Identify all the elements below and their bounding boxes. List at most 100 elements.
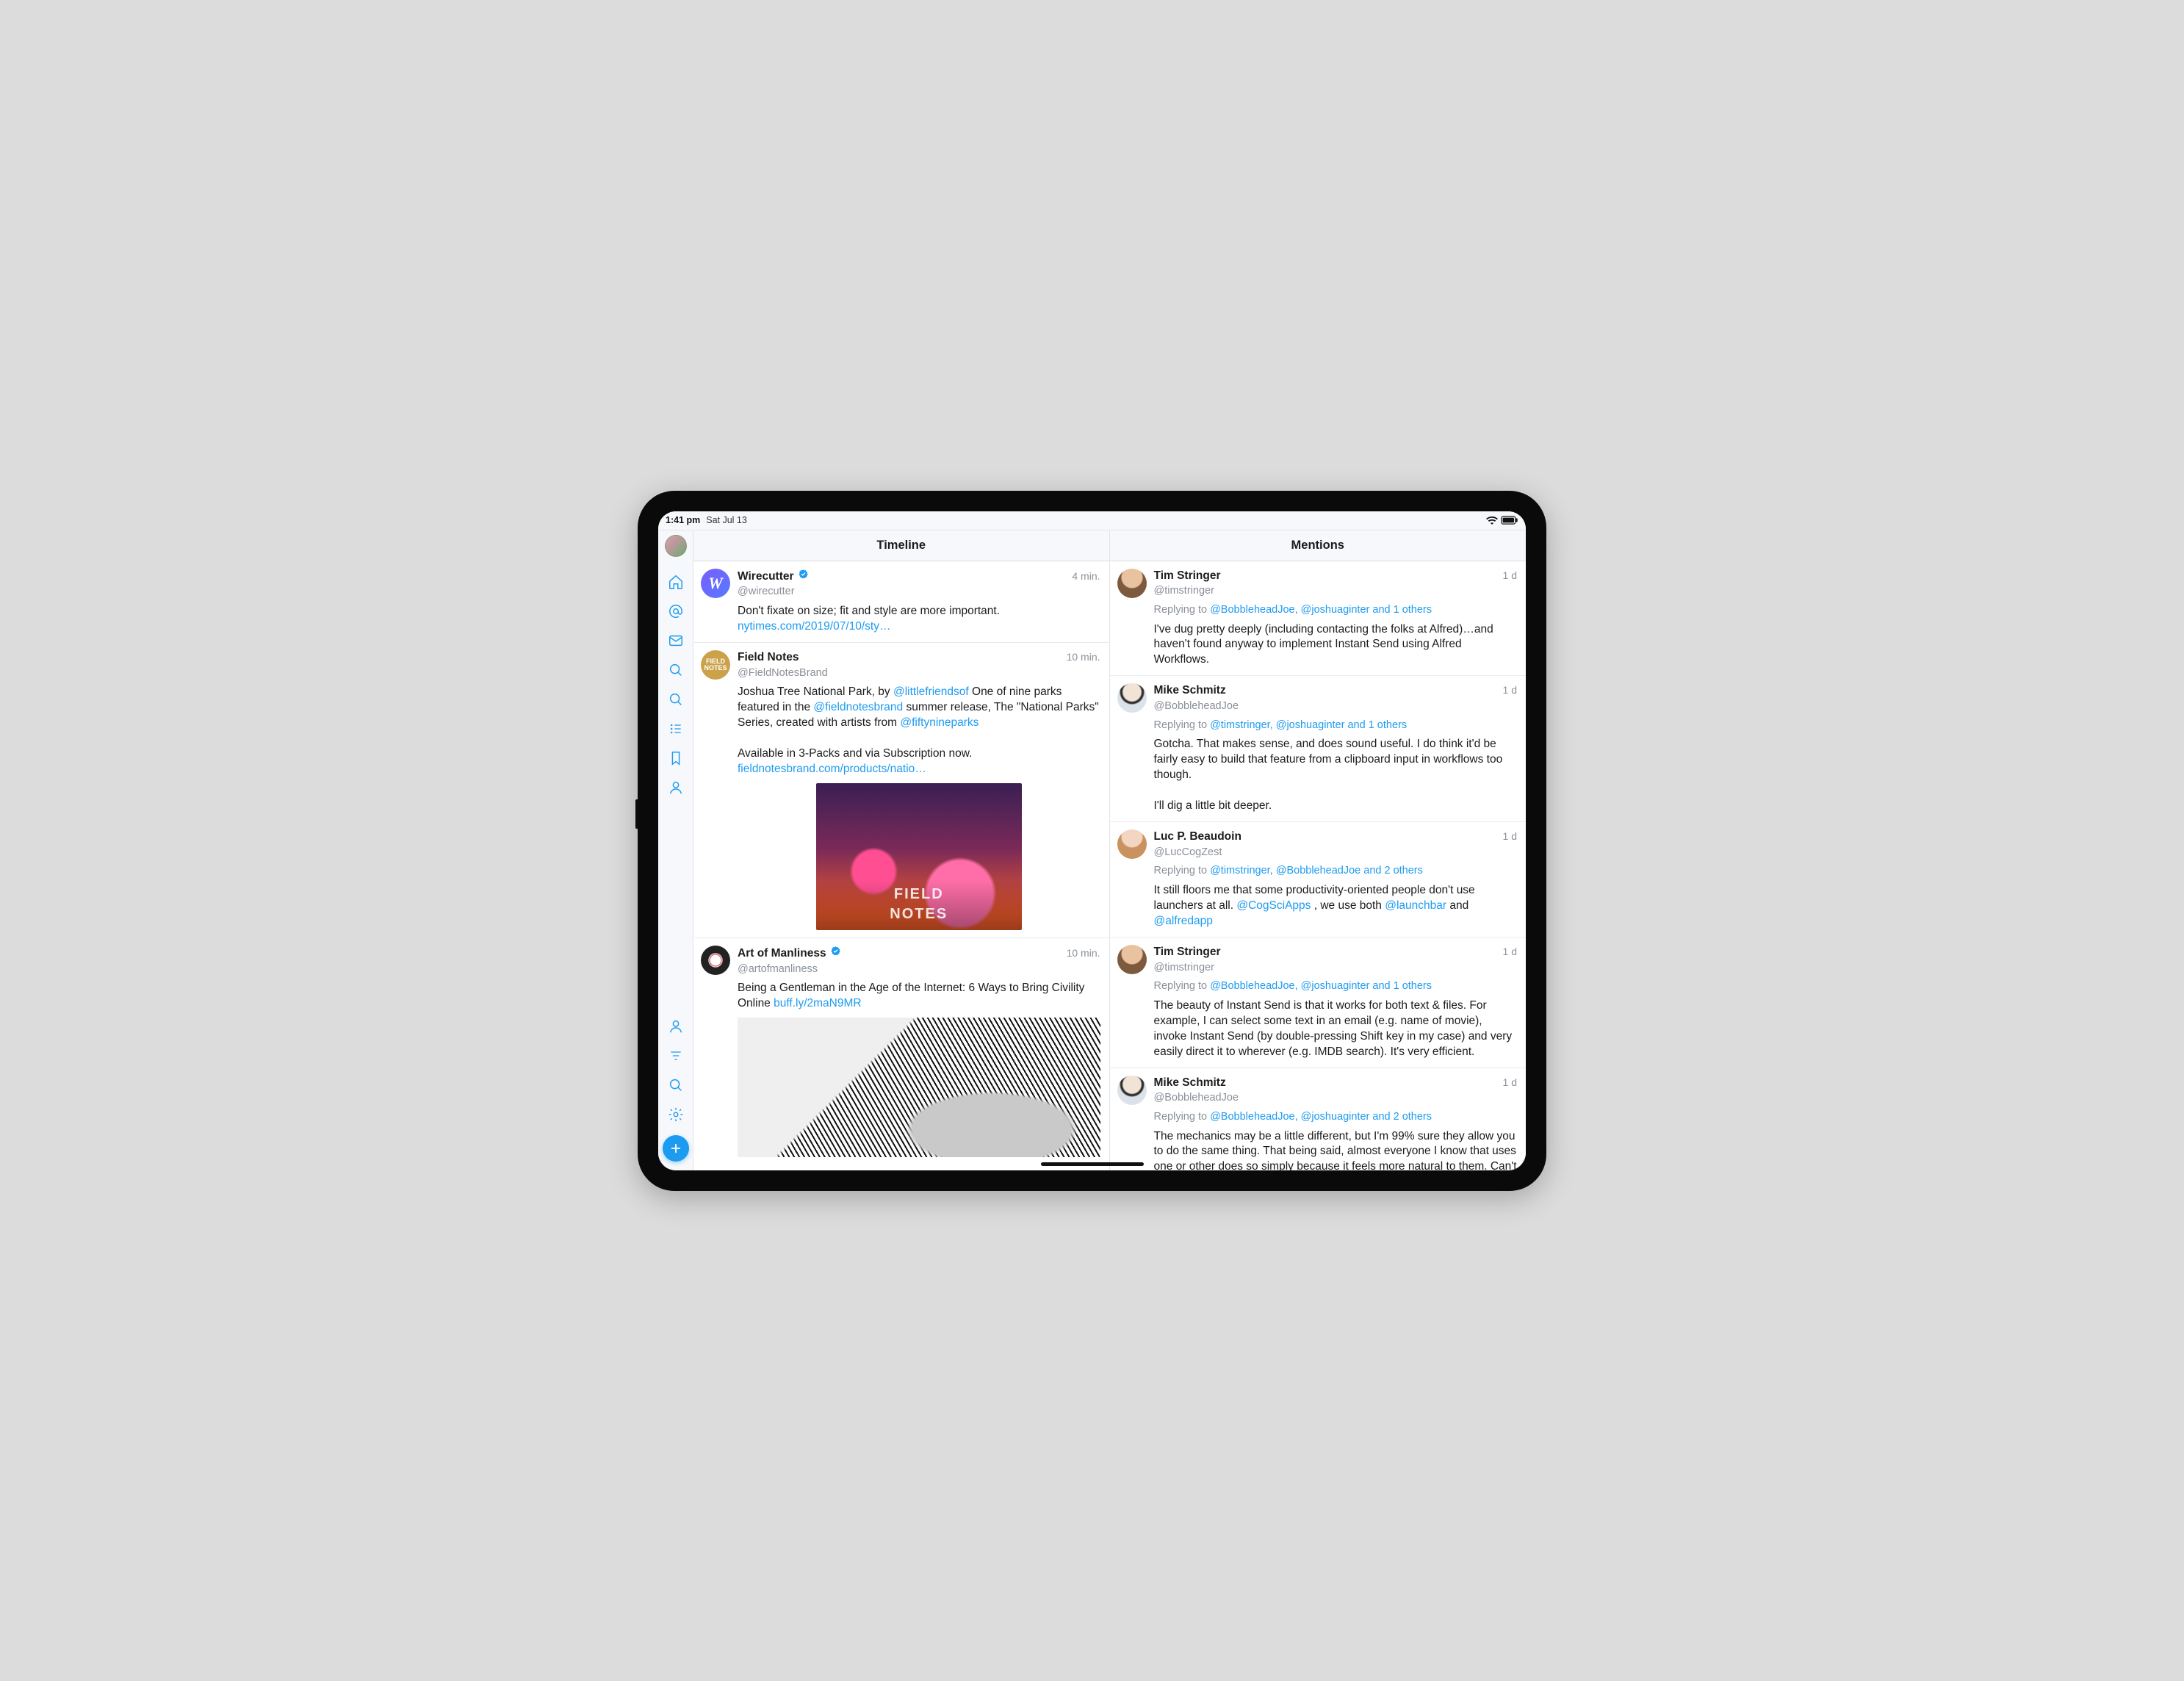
- tweet-media[interactable]: FIELD NOTES: [816, 783, 1022, 930]
- mentions-column: Mentions Tim Stringer 1 d @timstringer: [1110, 530, 1527, 1170]
- mention-link[interactable]: @littlefriendsof: [893, 685, 969, 698]
- find-icon[interactable]: [658, 1070, 693, 1100]
- tweet-text: The mechanics may be a little different,…: [1154, 1129, 1518, 1170]
- timeline-feed[interactable]: W Wirecutter 4 min. @wirecutter: [693, 561, 1109, 1170]
- tweet-time: 1 d: [1503, 945, 1517, 959]
- avatar[interactable]: [1117, 945, 1147, 974]
- tweet-cell[interactable]: Mike Schmitz 1 d @BobbleheadJoe Replying…: [1110, 1068, 1527, 1170]
- tweet-author-name: Wirecutter: [738, 569, 794, 585]
- reply-to-link[interactable]: @BobbleheadJoe, @joshuaginter and 2 othe…: [1210, 1111, 1432, 1123]
- tweet-author-name: Tim Stringer: [1154, 945, 1221, 960]
- column-title: Mentions: [1291, 539, 1344, 552]
- messages-icon[interactable]: [658, 626, 693, 655]
- tweet-cell[interactable]: Tim Stringer 1 d @timstringer Replying t…: [1110, 937, 1527, 1068]
- home-indicator[interactable]: [1041, 1162, 1144, 1166]
- home-icon[interactable]: [658, 567, 693, 597]
- tweet-author-handle: @LucCogZest: [1154, 846, 1518, 860]
- bookmarks-icon[interactable]: [658, 744, 693, 773]
- tweet-author-name: Art of Manliness: [738, 946, 826, 962]
- tweet-cell[interactable]: Mike Schmitz 1 d @BobbleheadJoe Replying…: [1110, 676, 1527, 822]
- tweet-time: 4 min.: [1072, 569, 1100, 583]
- status-bar: 1:41 pm Sat Jul 13: [658, 511, 1526, 530]
- tweet-time: 10 min.: [1067, 650, 1100, 664]
- tweet-time: 1 d: [1503, 569, 1517, 583]
- hardware-button: [635, 799, 638, 829]
- reply-to: Replying to @timstringer, @joshuaginter …: [1154, 719, 1518, 733]
- account-avatar[interactable]: [665, 535, 687, 557]
- profile-icon[interactable]: [658, 773, 693, 802]
- avatar[interactable]: [1117, 1076, 1147, 1105]
- tweet-text: I've dug pretty deeply (including contac…: [1154, 622, 1518, 669]
- avatar[interactable]: [701, 946, 730, 975]
- reply-to-link[interactable]: @timstringer, @joshuaginter and 1 others: [1210, 719, 1407, 731]
- tweet-text: Don't fixate on size; fit and style are …: [738, 604, 1100, 635]
- saved-search-icon[interactable]: [658, 685, 693, 714]
- filter-icon[interactable]: [658, 1041, 693, 1070]
- tweet-cell[interactable]: FIELDNOTES Field Notes 10 min. @FieldNot…: [693, 643, 1109, 938]
- settings-icon[interactable]: [658, 1100, 693, 1129]
- mention-link[interactable]: @fieldnotesbrand: [813, 701, 903, 713]
- avatar[interactable]: [1117, 569, 1147, 598]
- mention-link[interactable]: @launchbar: [1385, 899, 1446, 912]
- column-title: Timeline: [876, 539, 926, 552]
- search-icon[interactable]: [658, 655, 693, 685]
- tweet-text: Joshua Tree National Park, by @littlefri…: [738, 685, 1100, 777]
- tweet-author-name: Mike Schmitz: [1154, 683, 1226, 699]
- mentions-header[interactable]: Mentions: [1110, 530, 1527, 561]
- tweet-author-handle: @wirecutter: [738, 585, 1100, 600]
- screen: 1:41 pm Sat Jul 13: [658, 511, 1526, 1170]
- reply-to-link[interactable]: @BobbleheadJoe, @joshuaginter and 1 othe…: [1210, 604, 1432, 616]
- status-time: 1:41 pm: [666, 515, 700, 525]
- tweet-media[interactable]: [738, 1018, 1100, 1157]
- reply-to-link[interactable]: @timstringer, @BobbleheadJoe and 2 other…: [1210, 865, 1423, 877]
- tweet-author-name: Tim Stringer: [1154, 569, 1221, 584]
- tweet-link[interactable]: buff.ly/2maN9MR: [774, 997, 861, 1009]
- ipad-frame: 1:41 pm Sat Jul 13: [638, 491, 1546, 1191]
- sidebar: [658, 530, 693, 1170]
- reply-to: Replying to @timstringer, @BobbleheadJoe…: [1154, 864, 1518, 879]
- tweet-author-name: Field Notes: [738, 650, 799, 666]
- avatar[interactable]: W: [701, 569, 730, 598]
- wifi-icon: [1486, 516, 1498, 525]
- tweet-time: 1 d: [1503, 683, 1517, 697]
- status-date: Sat Jul 13: [706, 515, 747, 525]
- tweet-time: 1 d: [1503, 829, 1517, 843]
- tweet-author-handle: @artofmanliness: [738, 962, 1100, 977]
- avatar[interactable]: FIELDNOTES: [701, 650, 730, 680]
- reply-to: Replying to @BobbleheadJoe, @joshuaginte…: [1154, 1110, 1518, 1125]
- tweet-cell[interactable]: W Wirecutter 4 min. @wirecutter: [693, 561, 1109, 643]
- lists-icon[interactable]: [658, 714, 693, 744]
- tweet-author-handle: @BobbleheadJoe: [1154, 699, 1518, 714]
- tweet-author-handle: @BobbleheadJoe: [1154, 1091, 1518, 1106]
- timeline-header[interactable]: Timeline: [693, 530, 1109, 561]
- mention-link[interactable]: @alfredapp: [1154, 915, 1213, 927]
- media-caption: FIELD NOTES: [816, 880, 1022, 930]
- tweet-text: It still floors me that some productivit…: [1154, 883, 1518, 929]
- tweet-cell[interactable]: Luc P. Beaudoin 1 d @LucCogZest Replying…: [1110, 822, 1527, 937]
- tweet-author-handle: @timstringer: [1154, 584, 1518, 599]
- mention-link[interactable]: @CogSciApps: [1236, 899, 1311, 912]
- verified-badge-icon: [830, 946, 841, 957]
- reply-to-link[interactable]: @BobbleheadJoe, @joshuaginter and 1 othe…: [1210, 980, 1432, 992]
- account-icon[interactable]: [658, 1012, 693, 1041]
- battery-icon: [1501, 516, 1518, 525]
- tweet-text: The beauty of Instant Send is that it wo…: [1154, 998, 1518, 1060]
- compose-button[interactable]: [663, 1135, 689, 1162]
- tweet-cell[interactable]: Tim Stringer 1 d @timstringer Replying t…: [1110, 561, 1527, 677]
- mentions-icon[interactable]: [658, 597, 693, 626]
- tweet-author-handle: @timstringer: [1154, 961, 1518, 976]
- avatar[interactable]: [1117, 683, 1147, 713]
- reply-to: Replying to @BobbleheadJoe, @joshuaginte…: [1154, 979, 1518, 994]
- tweet-link[interactable]: nytimes.com/2019/07/10/sty…: [738, 620, 891, 633]
- tweet-link[interactable]: fieldnotesbrand.com/products/natio…: [738, 763, 926, 775]
- avatar[interactable]: [1117, 829, 1147, 859]
- timeline-column: Timeline W Wirecutter 4: [693, 530, 1110, 1170]
- tweet-cell[interactable]: Art of Manliness 10 min. @artofmanliness…: [693, 938, 1109, 1165]
- tweet-time: 10 min.: [1067, 946, 1100, 960]
- mentions-feed[interactable]: Tim Stringer 1 d @timstringer Replying t…: [1110, 561, 1527, 1170]
- tweet-author-name: Mike Schmitz: [1154, 1076, 1226, 1091]
- tweet-time: 1 d: [1503, 1076, 1517, 1090]
- mention-link[interactable]: @fiftynineparks: [900, 716, 979, 729]
- tweet-text: Gotcha. That makes sense, and does sound…: [1154, 737, 1518, 814]
- tweet-author-name: Luc P. Beaudoin: [1154, 829, 1241, 845]
